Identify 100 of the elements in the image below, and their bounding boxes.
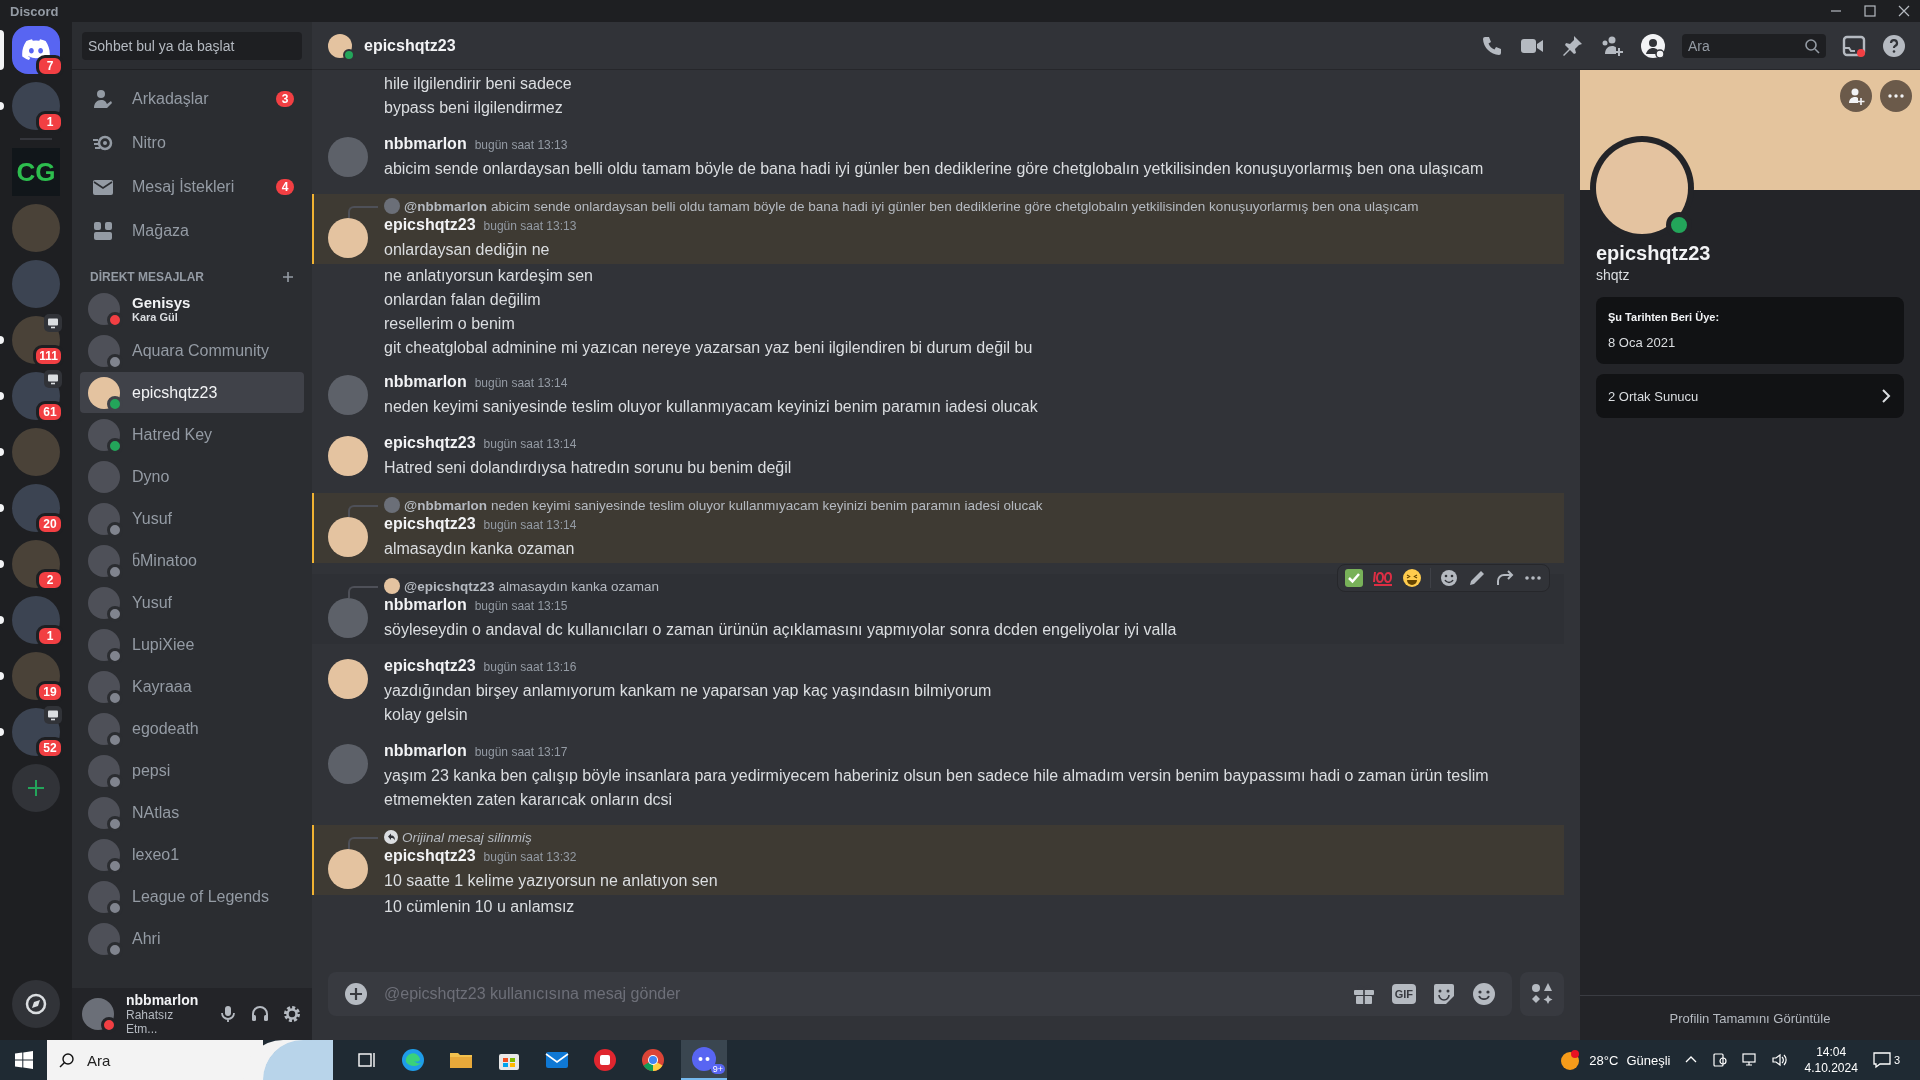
windows-logo-icon[interactable] xyxy=(15,1051,33,1069)
discord-app-button[interactable]: 9+ xyxy=(681,1040,727,1080)
avatar xyxy=(88,628,120,661)
gif-button[interactable]: GIF xyxy=(1391,984,1416,1004)
dm-item[interactable]: egodeath xyxy=(80,708,304,749)
reply-author[interactable]: @epicshqtz23 xyxy=(404,578,495,594)
message-text: hile ilgilendirir beni sadece xyxy=(384,74,573,94)
message-author[interactable]: nbbmarlon xyxy=(384,135,467,153)
search-field[interactable]: Ara xyxy=(1682,33,1826,58)
display-name: epicshqtz23 xyxy=(1596,242,1712,265)
laughing-face-icon[interactable] xyxy=(1402,568,1422,588)
more-icon[interactable] xyxy=(1880,80,1912,112)
add-friend-icon[interactable] xyxy=(1840,80,1872,112)
dm-item[interactable]: lexeo1 xyxy=(80,834,304,875)
member-since-date: 8 Oca 2021 xyxy=(1608,335,1677,350)
help-icon[interactable] xyxy=(1882,33,1906,58)
message-text: söyleseydin o andaval dc kullanıcıları o zaman ürünün açıklamasını yapmıyolar sonra dcden engeliyolar iyi valla xyxy=(384,620,1178,640)
message-author[interactable]: epicshqtz23 xyxy=(384,216,476,234)
reply-text[interactable]: almasaydın kanka ozaman xyxy=(498,578,660,594)
mutual-servers-button[interactable]: 2 Ortak Sunucu xyxy=(1596,374,1904,418)
dm-item[interactable]: Yusuf xyxy=(80,582,304,623)
notification-icon[interactable] xyxy=(1871,1050,1892,1070)
avatar xyxy=(88,544,120,577)
browser-icon[interactable] xyxy=(401,1048,425,1072)
window-title: Discord xyxy=(10,3,59,19)
dm-item[interactable]: League of Legends xyxy=(80,876,304,917)
plus-icon[interactable] xyxy=(282,271,294,283)
notification-badge: 19 xyxy=(36,681,64,703)
message-author[interactable]: epicshqtz23 xyxy=(384,847,476,865)
notification-badge: 20 xyxy=(36,513,64,535)
inbox-icon[interactable] xyxy=(1842,33,1866,58)
dm-item[interactable]: Yusuf xyxy=(80,498,304,539)
compass-icon[interactable] xyxy=(12,980,60,1028)
headphones-icon[interactable] xyxy=(250,1004,270,1024)
emoji-icon[interactable] xyxy=(1472,982,1496,1006)
search-field[interactable]: Sohbet bul ya da başlat xyxy=(82,31,302,60)
check-emoji-icon[interactable] xyxy=(1344,568,1364,588)
settings-icon[interactable] xyxy=(282,1004,302,1024)
task-view-icon[interactable] xyxy=(357,1050,377,1070)
forward-arrow-icon[interactable] xyxy=(1495,568,1515,588)
nav-item[interactable]: Mağaza xyxy=(80,210,304,252)
dm-item[interactable]: Kayraaa xyxy=(80,666,304,707)
dm-item[interactable]: ნMinatoo xyxy=(80,540,304,581)
reply-author[interactable]: @nbbmarlon xyxy=(404,497,487,513)
add-reaction-icon[interactable] xyxy=(1439,568,1459,588)
search-field[interactable]: Ara xyxy=(47,1040,263,1080)
reply-text[interactable]: neden keyimi saniyesinde teslim oluyor kullanmıyacam keyinizi benim paramın iadesi olucak xyxy=(490,497,1043,513)
nav-item[interactable]: Nitro xyxy=(80,122,304,164)
message-author[interactable]: nbbmarlon xyxy=(384,373,467,391)
clock-date[interactable]: 4.10.2024 xyxy=(1804,1060,1858,1076)
message-author[interactable]: epicshqtz23 xyxy=(384,657,476,675)
avatar xyxy=(88,418,120,451)
sticker-icon[interactable] xyxy=(1432,982,1456,1006)
message-text: ne anlatıyorsun kardeşim sen xyxy=(384,266,594,286)
search-icon xyxy=(1804,37,1820,54)
user-profile-icon[interactable] xyxy=(1640,32,1666,59)
message-text: yaşım 23 kanka ben çalışıp böyle insanlara para yedirmiyecem haberiniz olsun ben sadece hile almadım versin benim baypassımı hadi o zaman ürün teslim etmemekten zaten kararıcak onların dcsi xyxy=(384,766,1490,810)
apps-button[interactable] xyxy=(1520,972,1564,1016)
shop-icon xyxy=(92,220,114,242)
dm-item[interactable]: Ahri xyxy=(80,918,304,959)
dm-item[interactable]: epicshqtz23 xyxy=(80,372,304,413)
nav-item[interactable]: Mesaj İstekleri 4 xyxy=(80,166,304,208)
dm-item[interactable]: Dyno xyxy=(80,456,304,497)
message-author[interactable]: epicshqtz23 xyxy=(384,434,476,452)
maximize-icon[interactable] xyxy=(1864,5,1876,17)
notification-count: 3 xyxy=(1893,1054,1900,1066)
message-author[interactable]: nbbmarlon xyxy=(384,742,467,760)
dm-item[interactable]: NAtlas xyxy=(80,792,304,833)
dm-item[interactable]: Genisys Kara Gül xyxy=(80,288,304,329)
message-text: onlardaysan dediğin ne xyxy=(384,240,551,260)
close-icon[interactable] xyxy=(1898,5,1910,17)
chrome-browser-icon[interactable] xyxy=(641,1048,665,1072)
app-icon[interactable] xyxy=(593,1048,617,1072)
notification-badge: 111 xyxy=(33,345,64,367)
notification-badge: 61 xyxy=(36,401,64,423)
dm-item[interactable]: pepsi xyxy=(80,750,304,791)
message-author[interactable]: epicshqtz23 xyxy=(384,515,476,533)
microphone-icon[interactable] xyxy=(218,1004,238,1024)
add-attachment-icon[interactable] xyxy=(344,982,368,1006)
avatar xyxy=(88,712,120,745)
avatar xyxy=(82,998,114,1030)
phone-link-icon[interactable] xyxy=(1712,1052,1729,1068)
message-text: yazdığından birşey anlamıyorum kankam ne yaparsan yap kaç yaşındasın bilmiyorum xyxy=(384,681,993,701)
server-icon[interactable]: CG xyxy=(12,148,60,196)
add-server-icon[interactable] xyxy=(12,764,60,812)
view-full-profile-link[interactable]: Profilin Tamamını Görüntüle xyxy=(1669,1010,1831,1026)
dm-item[interactable]: Aquara Community xyxy=(80,330,304,371)
reply-text[interactable]: Orijinal mesaj silinmiş xyxy=(402,829,532,845)
dm-item[interactable]: Hatred Key xyxy=(80,414,304,455)
pencil-icon[interactable] xyxy=(1467,568,1487,588)
reply-author[interactable]: @nbbmarlon xyxy=(404,198,487,214)
dm-item[interactable]: LupiXiee xyxy=(80,624,304,665)
clock-time[interactable]: 14:04 xyxy=(1816,1044,1847,1060)
message-author[interactable]: nbbmarlon xyxy=(384,596,467,614)
reply-text[interactable]: abicim sende onlardaysan belli oldu tamam böyle de bana hadi iyi günler ben dediklerine göre chetglobalın yetkilisinden konuşuyorlarmış ben ona ulaşıcam xyxy=(490,198,1419,214)
message-time: bugün saat 13:13 xyxy=(474,138,568,152)
nav-item[interactable]: Arkadaşlar 3 xyxy=(80,78,304,120)
status-text: Rahatsız Etm... xyxy=(126,1008,175,1036)
volume-icon[interactable] xyxy=(1772,1052,1789,1068)
sun-icon[interactable] xyxy=(1559,1049,1582,1071)
